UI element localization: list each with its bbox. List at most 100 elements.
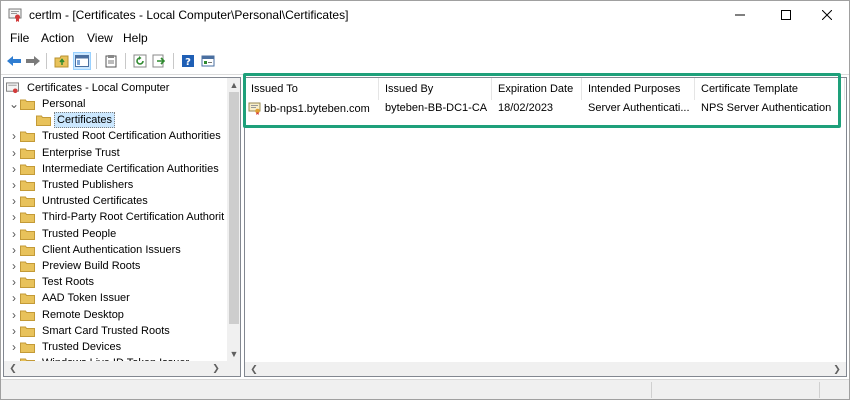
collapsed-chevron-icon[interactable]: › (8, 308, 20, 322)
forward-button[interactable] (24, 52, 42, 70)
issued-to-value: bb-nps1.byteben.com (264, 102, 370, 115)
collapsed-chevron-icon[interactable]: › (8, 259, 20, 273)
scroll-up-icon[interactable]: ▲ (227, 78, 240, 92)
menu-bar: File Action View Help (1, 29, 849, 49)
back-icon (7, 56, 21, 66)
tree-item[interactable]: › Trusted Publishers (8, 177, 137, 193)
tree-item-label: Intermediate Certification Authorities (42, 162, 219, 175)
refresh-button[interactable] (131, 52, 149, 70)
tree-item[interactable]: › Trusted Devices (8, 339, 125, 355)
collapsed-chevron-icon[interactable]: › (8, 162, 20, 176)
tree-item[interactable]: › Preview Build Roots (8, 258, 144, 274)
column-label: Issued To (251, 83, 298, 95)
console-tree: Certificates - Local Computer ⌄ Personal C… (4, 78, 226, 361)
collapsed-chevron-icon[interactable]: › (8, 129, 20, 143)
export-list-button[interactable] (102, 52, 120, 70)
folder-icon (20, 293, 35, 305)
scroll-right-icon[interactable]: ❯ (209, 361, 223, 375)
tree-vertical-scrollbar[interactable]: ▲ ▼ (227, 78, 240, 361)
tree-item[interactable]: › AAD Token Issuer (8, 290, 134, 306)
show-hide-console-tree-button[interactable] (73, 52, 91, 70)
status-segment (651, 382, 652, 398)
properties-icon (201, 55, 215, 67)
properties-button[interactable] (199, 52, 217, 70)
tree-item[interactable]: › Test Roots (8, 274, 98, 290)
result-list-pane[interactable]: ⌃ Issued To Issued By Expiration Date In… (244, 77, 847, 377)
column-header-intended-purposes[interactable]: Intended Purposes (582, 78, 695, 100)
sort-ascending-icon: ⌃ (308, 77, 315, 83)
expanded-chevron-icon[interactable]: ⌄ (8, 97, 20, 111)
console-tree-pane[interactable]: Certificates - Local Computer ⌄ Personal C… (3, 77, 241, 377)
tree-root-label: Certificates - Local Computer (27, 82, 170, 94)
up-folder-icon (54, 55, 69, 68)
tree-scrollbar-thumb[interactable] (229, 92, 239, 324)
minimize-button[interactable] (717, 1, 763, 29)
tree-item[interactable]: › Untrusted Certificates (8, 193, 152, 209)
tree-horizontal-scrollbar[interactable]: ❮ ❯ (4, 361, 227, 376)
collapsed-chevron-icon[interactable]: › (8, 227, 20, 241)
menu-view[interactable]: View (87, 31, 113, 45)
certlm-window: certlm - [Certificates - Local Computer\… (0, 0, 850, 400)
cell-certificate-template: NPS Server Authentication (701, 102, 832, 114)
folder-icon (20, 148, 35, 159)
up-level-button[interactable] (53, 52, 71, 70)
scroll-left-icon[interactable]: ❮ (247, 362, 261, 376)
collapsed-chevron-icon[interactable]: › (8, 291, 20, 305)
help-button[interactable]: ? (179, 52, 197, 70)
close-button[interactable] (804, 1, 850, 29)
toolbar: ? (1, 49, 849, 73)
scroll-right-icon[interactable]: ❯ (830, 362, 844, 376)
tree-item[interactable]: › Enterprise Trust (8, 145, 124, 161)
tree-root[interactable]: Certificates - Local Computer (5, 80, 173, 96)
folder-icon (20, 326, 35, 337)
scroll-down-icon[interactable]: ▼ (227, 347, 240, 361)
collapsed-chevron-icon[interactable]: › (8, 194, 20, 208)
help-icon: ? (182, 55, 194, 68)
column-label: Intended Purposes (588, 83, 681, 95)
collapsed-chevron-icon[interactable]: › (8, 243, 20, 257)
maximize-button[interactable] (763, 1, 809, 29)
tree-item[interactable]: Certificates (24, 112, 116, 129)
cell-issued-to: bb-nps1.byteben.com (248, 102, 378, 115)
menu-help[interactable]: Help (123, 31, 148, 45)
cell-expiration-date: 18/02/2023 (498, 102, 554, 114)
collapsed-chevron-icon[interactable]: › (8, 146, 20, 160)
column-header-expiration-date[interactable]: Expiration Date (492, 78, 582, 100)
folder-icon (20, 212, 35, 224)
tree-item[interactable]: › Trusted Root Certification Authorities (8, 128, 225, 144)
tree-item[interactable]: › Third-Party Root Certification Authorit (8, 209, 226, 225)
cell-issued-by: byteben-BB-DC1-CA (385, 102, 488, 114)
tree-item[interactable]: › Smart Card Trusted Roots (8, 323, 174, 339)
tree-item[interactable]: › Client Authentication Issuers (8, 242, 185, 258)
collapsed-chevron-icon[interactable]: › (8, 340, 20, 354)
tree-item-label: Certificates (54, 112, 116, 129)
column-header-issued-to[interactable]: ⌃ Issued To (245, 78, 379, 100)
column-header-certificate-template[interactable]: Certificate Template (695, 78, 845, 100)
close-icon (822, 10, 832, 20)
collapsed-chevron-icon[interactable]: › (8, 210, 20, 224)
certificate-row[interactable]: bb-nps1.byteben.com byteben-BB-DC1-CA 18… (245, 100, 845, 118)
title-bar[interactable]: certlm - [Certificates - Local Computer\… (1, 1, 849, 29)
list-horizontal-scrollbar[interactable]: ❮ ❯ (245, 362, 846, 376)
collapsed-chevron-icon[interactable]: › (8, 324, 20, 338)
tree-item-label: Trusted Root Certification Authorities (42, 130, 221, 143)
back-button[interactable] (5, 52, 23, 70)
tree-item-label: Trusted People (42, 227, 117, 240)
tree-item[interactable]: › Intermediate Certification Authorities (8, 161, 223, 177)
collapsed-chevron-icon[interactable]: › (8, 275, 20, 289)
forward-icon (26, 56, 40, 66)
tree-item[interactable]: › Trusted People (8, 226, 120, 242)
refresh-icon (133, 54, 147, 68)
collapsed-chevron-icon[interactable]: › (8, 178, 20, 192)
status-segment (819, 382, 820, 398)
tree-item-label: Enterprise Trust (42, 146, 120, 159)
export-button[interactable] (150, 52, 168, 70)
tree-item[interactable]: › Remote Desktop (8, 307, 128, 323)
scroll-left-icon[interactable]: ❮ (6, 361, 20, 375)
menu-file[interactable]: File (10, 31, 29, 45)
column-header-issued-by[interactable]: Issued By (379, 78, 492, 100)
folder-icon (20, 229, 35, 240)
menu-action[interactable]: Action (41, 31, 74, 45)
folder-icon (20, 131, 35, 143)
tree-item[interactable]: ⌄ Personal (8, 96, 89, 112)
